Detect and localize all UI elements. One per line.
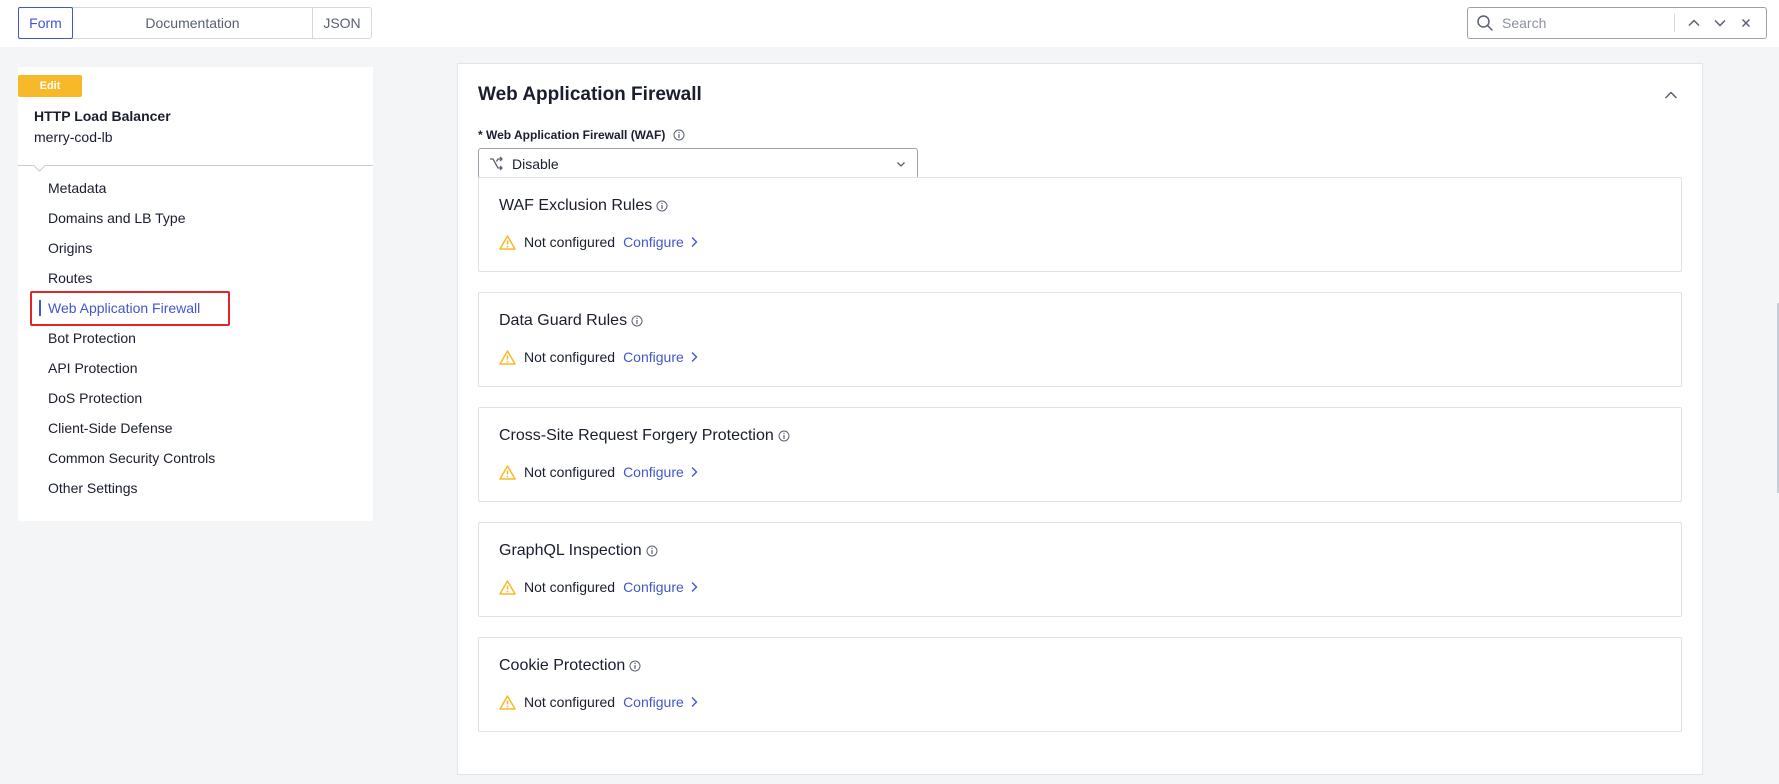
sidebar-item-origins[interactable]: Origins [18,233,373,263]
subsection-waf-exclusion-rules: WAF Exclusion Rules Not configured Confi… [478,177,1682,272]
search-close-button[interactable] [1733,10,1759,36]
subsection-status: Not configured Configure [499,694,698,710]
sidebar-item-client-side-defense[interactable]: Client-Side Defense [18,413,373,443]
status-text: Not configured [524,464,616,480]
sidebar-item-common-security-controls[interactable]: Common Security Controls [18,443,373,473]
configure-link[interactable]: Configure [623,234,698,250]
collapse-section-button[interactable] [1662,86,1680,104]
chevron-up-icon [1664,91,1678,99]
view-mode-tabs: Form Documentation JSON [18,7,372,39]
waf-select[interactable]: Disable [478,148,918,179]
sidebar-item-web-application-firewall[interactable]: Web Application Firewall [18,293,373,323]
tab-documentation[interactable]: Documentation [73,8,313,38]
search-box [1467,7,1767,39]
sidebar-card: Edit HTTP Load Balancer merry-cod-lb Met… [18,67,373,521]
subsection-title-text: WAF Exclusion Rules [499,197,653,214]
warning-icon [499,234,516,250]
object-type-title: HTTP Load Balancer [34,108,171,124]
subsection-title: WAF Exclusion Rules [499,197,668,215]
subsection-data-guard-rules: Data Guard Rules Not configured Configur… [478,292,1682,387]
configure-link-label: Configure [623,579,684,595]
subsection-cookie-protection: Cookie Protection Not configured Configu… [478,637,1682,732]
warning-icon [499,694,516,710]
status-text: Not configured [524,349,616,365]
search-next-button[interactable] [1707,10,1733,36]
status-text: Not configured [524,234,616,250]
subsection-title: Cookie Protection [499,657,641,675]
chevron-right-icon [690,466,698,478]
close-icon [1741,18,1751,28]
chevron-down-icon [895,158,907,170]
waf-field-label: * Web Application Firewall (WAF) [478,128,685,142]
configure-link-label: Configure [623,464,684,480]
waf-select-value: Disable [512,155,559,172]
configure-link[interactable]: Configure [623,464,698,480]
subsection-status: Not configured Configure [499,579,698,595]
configure-link-label: Configure [623,349,684,365]
subsection-status: Not configured Configure [499,464,698,480]
subsection-title: GraphQL Inspection [499,542,658,560]
chevron-right-icon [690,581,698,593]
subsection-title: Data Guard Rules [499,312,643,330]
sidebar-divider [18,165,373,166]
subsection-title-text: Cookie Protection [499,657,626,674]
chevron-right-icon [690,236,698,248]
object-name: merry-cod-lb [34,129,113,145]
configure-link[interactable]: Configure [623,349,698,365]
status-text: Not configured [524,579,616,595]
waf-field-label-text: * Web Application Firewall (WAF) [478,128,666,142]
sidebar-notch [33,159,46,172]
subsection-status: Not configured Configure [499,234,698,250]
subsection-title: Cross-Site Request Forgery Protection [499,427,790,445]
warning-icon [499,464,516,480]
chevron-up-icon [1688,19,1700,27]
subsection-graphql-inspection: GraphQL Inspection Not configured Config… [478,522,1682,617]
chevron-right-icon [690,351,698,363]
warning-icon [499,579,516,595]
info-icon[interactable] [631,315,643,327]
sidebar-item-dos-protection[interactable]: DoS Protection [18,383,373,413]
info-icon[interactable] [778,430,790,442]
subsection-title-text: Cross-Site Request Forgery Protection [499,427,774,444]
waf-section-card: Web Application Firewall * Web Applicati… [457,63,1703,775]
chevron-right-icon [690,696,698,708]
subsection-status: Not configured Configure [499,349,698,365]
sidebar-item-metadata[interactable]: Metadata [18,173,373,203]
info-icon[interactable] [673,129,685,141]
search-input[interactable] [1502,15,1672,31]
tab-json[interactable]: JSON [313,8,371,38]
search-previous-button[interactable] [1681,10,1707,36]
configure-link-label: Configure [623,234,684,250]
subsection-title-text: GraphQL Inspection [499,542,642,559]
sidebar-item-domains[interactable]: Domains and LB Type [18,203,373,233]
subsection-title-text: Data Guard Rules [499,312,628,329]
edit-badge: Edit [18,75,82,97]
sidebar-nav: Metadata Domains and LB Type Origins Rou… [18,173,373,503]
sidebar-item-api-protection[interactable]: API Protection [18,353,373,383]
chevron-down-icon [1714,19,1726,27]
status-text: Not configured [524,694,616,710]
configure-link-label: Configure [623,694,684,710]
subsection-csrf-protection: Cross-Site Request Forgery Protection No… [478,407,1682,502]
configure-link[interactable]: Configure [623,579,698,595]
search-divider [1674,14,1675,32]
section-title: Web Application Firewall [478,84,702,105]
search-icon [1476,14,1494,32]
warning-icon [499,349,516,365]
tab-form[interactable]: Form [18,7,73,39]
sidebar-item-routes[interactable]: Routes [18,263,373,293]
sidebar-item-bot-protection[interactable]: Bot Protection [18,323,373,353]
branch-icon [488,156,504,172]
sidebar-item-other-settings[interactable]: Other Settings [18,473,373,503]
configure-link[interactable]: Configure [623,694,698,710]
info-icon[interactable] [629,660,641,672]
top-toolbar: Form Documentation JSON [0,0,1779,47]
info-icon[interactable] [656,200,668,212]
info-icon[interactable] [646,545,658,557]
